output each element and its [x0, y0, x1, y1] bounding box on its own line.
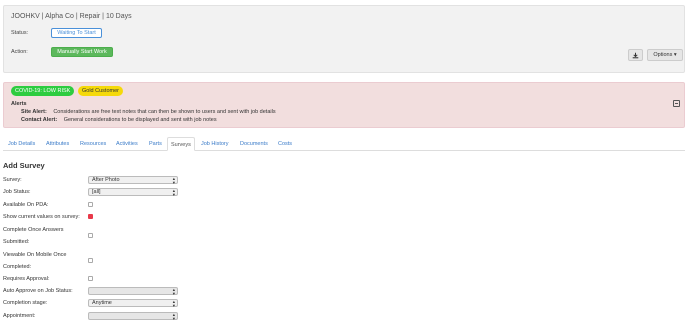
options-dropdown-button[interactable]: Options ▾: [647, 49, 683, 61]
contact-alert-text: General considerations to be displayed a…: [63, 117, 217, 123]
job-status-select-value: [all]: [92, 189, 101, 195]
viewable-mobile-label-line1: Viewable On Mobile Once: [3, 252, 67, 258]
manually-start-work-button[interactable]: Manually Start Work: [51, 47, 113, 57]
status-button[interactable]: Waiting To Start: [51, 28, 102, 38]
action-label: Action:: [11, 49, 28, 55]
job-status-label: Job Status:: [3, 189, 31, 195]
add-survey-title: Add Survey: [3, 161, 45, 170]
job-title: JOOHKV | Alpha Co | Repair | 10 Days: [11, 13, 132, 20]
tab-resources[interactable]: Resources: [77, 137, 109, 151]
complete-once-checkbox[interactable]: [88, 233, 93, 238]
job-header-panel: JOOHKV | Alpha Co | Repair | 10 Days Sta…: [3, 5, 685, 73]
contact-alert-label: Contact Alert:: [21, 117, 58, 123]
appointment-select[interactable]: ▴ ▾: [88, 312, 178, 320]
download-icon: [632, 52, 639, 58]
select-arrows-icon: ▴ ▾: [172, 287, 175, 296]
tab-costs[interactable]: Costs: [275, 137, 295, 151]
survey-label: Survey:: [3, 177, 22, 183]
tab-surveys[interactable]: Surveys: [167, 137, 195, 151]
survey-select[interactable]: After Photo ▴ ▾: [88, 176, 178, 184]
viewable-mobile-label-line2: Completed:: [3, 264, 32, 270]
select-arrows-icon: ▴ ▾: [172, 312, 175, 321]
select-arrows-icon: ▴ ▾: [172, 299, 175, 308]
covid-risk-badge: COVID-19: LOW RISK: [11, 86, 75, 96]
completion-stage-select-value: Anytime: [92, 300, 112, 306]
site-alert: Site Alert: Considerations are free text…: [21, 109, 276, 115]
auto-approve-label: Auto Approve on Job Status:: [3, 288, 73, 294]
available-pda-label: Available On PDA:: [3, 202, 49, 208]
complete-once-label-line2: Submitted:: [3, 239, 30, 245]
site-alert-text: Considerations are free text notes that …: [53, 109, 276, 115]
show-current-values-checkbox[interactable]: [88, 214, 93, 219]
survey-select-value: After Photo: [92, 177, 120, 183]
status-label: Status:: [11, 30, 29, 36]
alerts-panel: COVID-19: LOW RISK Gold Customer Alerts …: [3, 82, 685, 128]
complete-once-label-line1: Complete Once Answers: [3, 227, 64, 233]
site-alert-label: Site Alert:: [21, 109, 47, 115]
job-status-select[interactable]: [all] ▴ ▾: [88, 188, 178, 196]
download-button[interactable]: [628, 49, 643, 61]
select-arrows-icon: ▴ ▾: [172, 176, 175, 185]
job-tabs: Job Details Attributes Resources Activit…: [3, 137, 685, 151]
tab-job-history[interactable]: Job History: [198, 137, 232, 151]
tab-activities[interactable]: Activities: [113, 137, 141, 151]
available-pda-checkbox[interactable]: [88, 202, 93, 207]
requires-approval-label: Requires Approval:: [3, 276, 50, 282]
contact-alert: Contact Alert: General considerations to…: [21, 117, 217, 123]
tab-attributes[interactable]: Attributes: [43, 137, 72, 151]
tab-job-details[interactable]: Job Details: [5, 137, 38, 151]
auto-approve-select[interactable]: ▴ ▾: [88, 287, 178, 295]
show-current-values-label: Show current values on survey:: [3, 214, 80, 220]
collapse-icon[interactable]: [673, 100, 680, 107]
viewable-mobile-checkbox[interactable]: [88, 258, 93, 263]
tab-parts[interactable]: Parts: [146, 137, 165, 151]
completion-stage-select[interactable]: Anytime ▴ ▾: [88, 299, 178, 307]
requires-approval-checkbox[interactable]: [88, 276, 93, 281]
alerts-title: Alerts: [11, 101, 27, 107]
tab-documents[interactable]: Documents: [237, 137, 271, 151]
gold-customer-badge: Gold Customer: [78, 86, 123, 96]
completion-stage-label: Completion stage:: [3, 300, 48, 306]
appointment-label: Appointment:: [3, 313, 36, 319]
select-arrows-icon: ▴ ▾: [172, 188, 175, 197]
